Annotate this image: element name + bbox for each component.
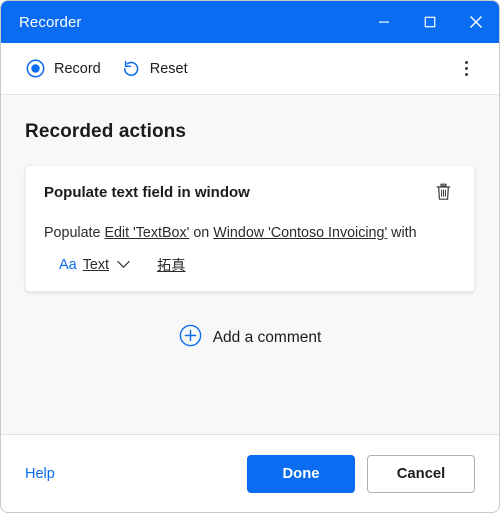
maximize-button[interactable] [407, 1, 453, 43]
action-card-header: Populate text field in window [44, 181, 456, 207]
record-button[interactable]: Record [15, 53, 111, 85]
reset-button[interactable]: Reset [111, 53, 198, 85]
undo-arrow-icon [121, 59, 141, 79]
dot [464, 73, 468, 76]
add-comment-row: Add a comment [25, 318, 475, 358]
target-window-link[interactable]: Window 'Contoso Invoicing' [213, 225, 387, 241]
action-card[interactable]: Populate text field in window Populate E… [25, 165, 475, 293]
action-value-row: Aa Text 拓真 [44, 254, 456, 275]
close-button[interactable] [453, 1, 499, 43]
title-bar: Recorder [1, 1, 499, 43]
add-comment-button[interactable]: Add a comment [169, 318, 332, 358]
dot [464, 61, 468, 64]
chevron-down-icon [117, 260, 130, 269]
dot [464, 67, 468, 70]
record-circle-icon [25, 59, 45, 79]
value-type-label: Text [82, 256, 109, 273]
recorder-window: Recorder Record Reset Recorded actions P… [0, 0, 500, 513]
window-controls [361, 1, 499, 43]
maximize-icon [424, 16, 436, 28]
value-text-field[interactable]: 拓真 [157, 254, 186, 275]
minimize-icon [378, 16, 390, 28]
action-detail-text: Populate Edit 'TextBox' on Window 'Conto… [44, 223, 456, 244]
value-type-dropdown[interactable]: Aa Text [56, 255, 133, 275]
action-card-title: Populate text field in window [44, 184, 250, 201]
detail-suffix: with [391, 225, 417, 241]
more-vertical-icon[interactable] [449, 52, 483, 86]
help-link[interactable]: Help [25, 466, 55, 482]
text-type-icon: Aa [59, 256, 77, 273]
page-title: Recorded actions [25, 121, 187, 142]
trash-icon [435, 183, 452, 206]
reset-label: Reset [149, 60, 188, 77]
cancel-button[interactable]: Cancel [367, 454, 475, 493]
done-button[interactable]: Done [247, 454, 355, 493]
target-element-link[interactable]: Edit 'TextBox' [104, 225, 189, 241]
content-area: Recorded actions Populate text field in … [1, 95, 499, 434]
detail-prefix: Populate [44, 225, 101, 241]
delete-action-button[interactable] [430, 181, 456, 207]
detail-joiner: on [193, 225, 210, 241]
add-comment-label: Add a comment [212, 329, 322, 347]
record-label: Record [54, 60, 101, 77]
plus-circle-icon [179, 324, 202, 352]
footer-bar: Help Done Cancel [1, 434, 499, 512]
window-title: Recorder [19, 13, 82, 31]
close-icon [469, 15, 483, 29]
toolbar: Record Reset [1, 43, 499, 95]
minimize-button[interactable] [361, 1, 407, 43]
